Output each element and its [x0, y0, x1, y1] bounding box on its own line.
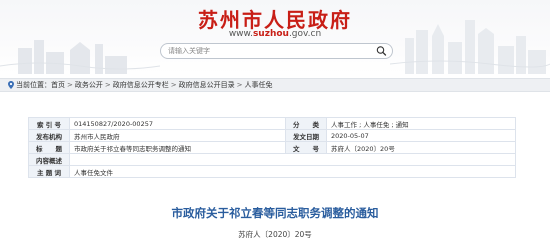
title-label: 标 题	[28, 141, 70, 154]
breadcrumb-appointments[interactable]: 人事任免	[245, 81, 273, 89]
category-label: 分 类	[285, 117, 327, 130]
site-header: 苏州市人民政府 www.suzhou.gov.cn	[0, 0, 550, 74]
search-box	[160, 43, 393, 59]
summary-label: 内容概述	[28, 153, 70, 166]
site-url-domain: suzhou	[252, 29, 289, 39]
index-number-label: 索 引 号	[28, 117, 70, 130]
search-icon[interactable]	[375, 45, 388, 57]
breadcrumb-separator: >	[67, 81, 73, 89]
site-url-suffix: .gov.cn	[288, 29, 322, 39]
table-row: 索 引 号 014150827/2020-00257 分 类 人事工作 ; 人事…	[28, 117, 516, 130]
site-url: www.suzhou.gov.cn	[0, 29, 550, 39]
breadcrumb-separator: >	[104, 81, 111, 89]
doc-number-label: 文 号	[285, 141, 327, 154]
breadcrumb-home[interactable]: 首页	[51, 81, 65, 89]
doc-number-value: 苏府人〔2020〕20号	[326, 141, 516, 154]
publisher-label: 发布机构	[28, 129, 70, 142]
issue-date-label: 发文日期	[285, 129, 327, 142]
index-number-value: 014150827/2020-00257	[69, 117, 286, 130]
breadcrumb-separator: >	[236, 81, 243, 89]
breadcrumb-info-directory[interactable]: 政府信息公开目录	[179, 81, 235, 89]
location-icon	[8, 81, 14, 89]
document-title: 市政府关于祁立春等同志职务调整的通知	[171, 206, 379, 220]
table-row: 标 题 市政府关于祁立春等同志职务调整的通知 文 号 苏府人〔2020〕20号	[28, 141, 516, 154]
breadcrumb-gov-affairs[interactable]: 政务公开	[75, 81, 103, 89]
table-row: 主 题 词 人事任免文件	[28, 165, 516, 178]
breadcrumb-info-column[interactable]: 政府信息公开专栏	[113, 81, 169, 89]
table-row: 发布机构 苏州市人民政府 发文日期 2020-05-07	[28, 129, 516, 142]
document-number: 苏府人〔2020〕20号	[238, 230, 312, 239]
breadcrumb: 当前位置：首页 > 政务公开 > 政府信息公开专栏 > 政府信息公开目录 > 人事任免	[0, 78, 550, 92]
title-value: 市政府关于祁立春等同志职务调整的通知	[69, 141, 286, 154]
site-url-prefix: www.	[228, 29, 253, 39]
document-info-table: 索 引 号 014150827/2020-00257 分 类 人事工作 ; 人事…	[28, 117, 516, 178]
category-value: 人事工作 ; 人事任免 ; 通知	[326, 117, 516, 130]
search-input[interactable]	[168, 45, 363, 57]
breadcrumb-separator: >	[170, 81, 177, 89]
keywords-label: 主 题 词	[28, 165, 70, 178]
keywords-value: 人事任免文件	[69, 165, 516, 178]
summary-value	[69, 153, 516, 166]
breadcrumb-prefix: 当前位置：	[16, 81, 51, 89]
issue-date-value: 2020-05-07	[326, 129, 516, 142]
publisher-value: 苏州市人民政府	[69, 129, 286, 142]
table-row: 内容概述	[28, 153, 516, 166]
